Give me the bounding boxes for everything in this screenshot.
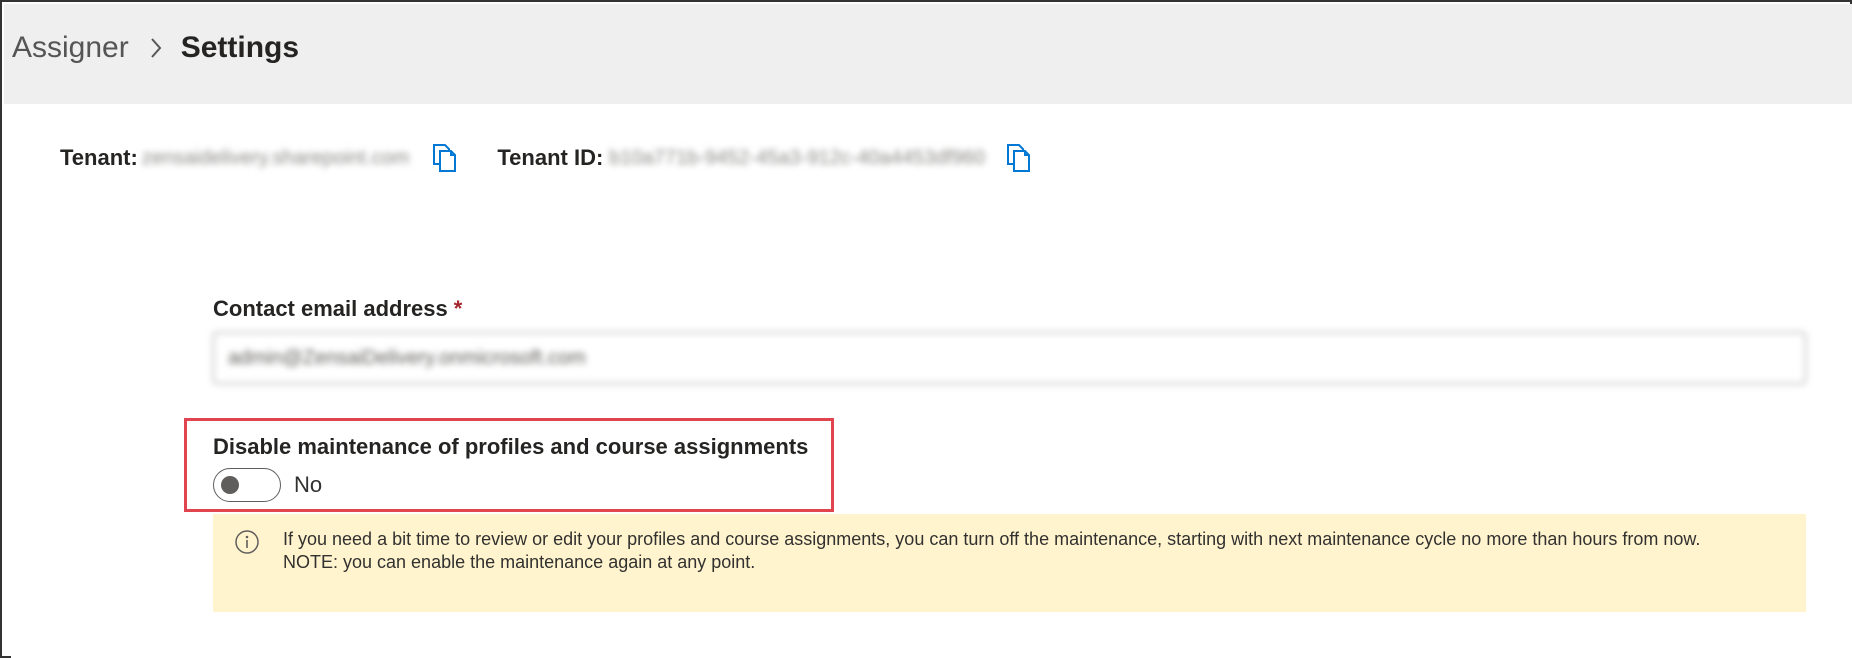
tenant-label: Tenant: (60, 145, 138, 170)
notice-line-2: NOTE: you can enable the maintenance aga… (283, 552, 756, 572)
maintenance-toggle-state: No (294, 472, 323, 497)
notice-line-1: If you need a bit time to review or edit… (283, 529, 1701, 549)
contact-email-input[interactable] (213, 332, 1806, 384)
page-title: Settings (180, 31, 300, 64)
breadcrumb: Assigner Settings (12, 26, 299, 70)
maintenance-toggle[interactable] (213, 468, 281, 502)
copy-tenant-button[interactable] (431, 142, 459, 174)
app-frame: Assigner Settings Tenant: zensaidelivery… (0, 0, 1852, 658)
page-header: Assigner Settings (4, 4, 1852, 104)
notice-text: If you need a bit time to review or edit… (283, 528, 1700, 612)
tenant-id-label: Tenant ID: (497, 145, 604, 170)
copy-icon (433, 144, 457, 172)
contact-email-label-text: Contact email address (213, 296, 448, 321)
tenant-info-row: Tenant: zensaidelivery.sharepoint.com Te… (60, 142, 1033, 174)
contact-email-label: Contact email address * (213, 296, 462, 322)
tenant-value: zensaidelivery.sharepoint.com (141, 146, 410, 169)
required-mark: * (453, 296, 463, 321)
copy-tenant-id-button[interactable] (1005, 142, 1033, 174)
maintenance-notice: If you need a bit time to review or edit… (213, 514, 1806, 612)
breadcrumb-assigner-link[interactable]: Assigner (12, 31, 129, 65)
tenant-id-value: b10a771b-9452-45a3-912c-40a4453df960 (609, 146, 986, 169)
info-icon (235, 530, 259, 554)
copy-icon (1007, 144, 1031, 172)
toggle-knob (221, 476, 239, 494)
maintenance-toggle-row: No (213, 468, 322, 502)
maintenance-toggle-label: Disable maintenance of profiles and cour… (213, 434, 809, 459)
chevron-right-icon (139, 28, 173, 68)
